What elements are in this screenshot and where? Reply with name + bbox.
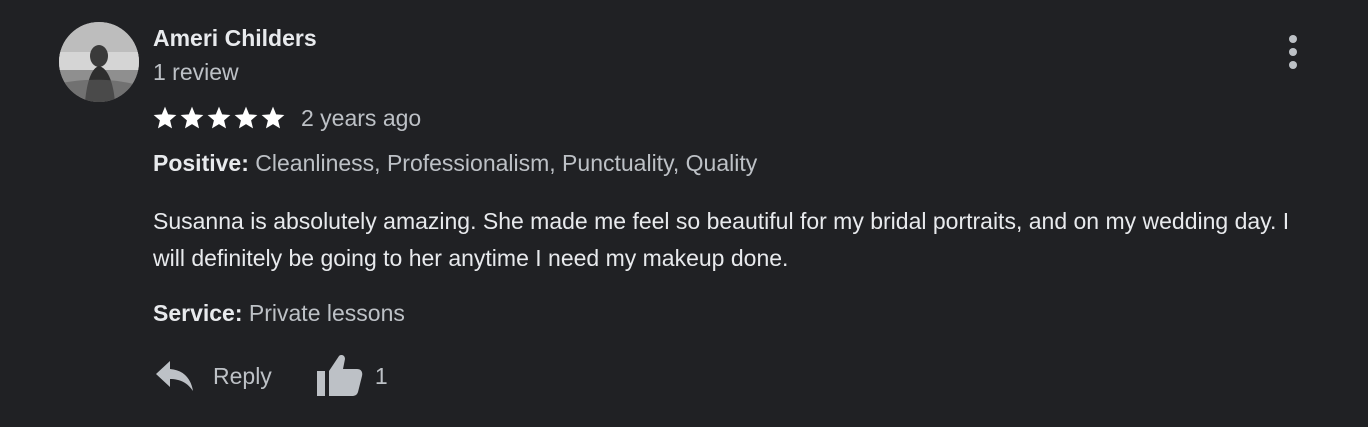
like-count: 1: [374, 362, 388, 389]
star-rating: [152, 105, 286, 131]
star-icon: [180, 106, 204, 129]
positive-value: Cleanliness, Professionalism, Punctualit…: [255, 150, 758, 176]
more-options-button[interactable]: [1278, 32, 1308, 72]
star-icon: [153, 106, 177, 129]
review-card: Ameri Childers 1 review 2 years ago Posi…: [0, 0, 1368, 427]
avatar-photo: [59, 22, 139, 102]
thumbs-up-icon: [316, 355, 363, 396]
review-text: Susanna is absolutely amazing. She made …: [153, 208, 1290, 271]
service-value: Private lessons: [248, 300, 405, 326]
positive-label: Positive:: [153, 150, 249, 176]
avatar[interactable]: [59, 22, 139, 102]
like-button[interactable]: 1: [316, 354, 388, 398]
rating-row: 2 years ago: [152, 103, 421, 133]
more-vert-icon: [1289, 35, 1297, 43]
service-label: Service:: [153, 300, 243, 326]
positive-attributes: Positive: Cleanliness, Professionalism, …: [153, 150, 757, 177]
reply-icon: [156, 361, 193, 391]
author-name[interactable]: Ameri Childers: [153, 25, 317, 52]
star-icon: [234, 106, 258, 129]
star-icon: [207, 106, 231, 129]
star-icon: [261, 106, 285, 129]
review-date: 2 years ago: [301, 104, 422, 131]
service-attribute: Service: Private lessons: [153, 300, 405, 327]
reply-label: Reply: [213, 362, 272, 389]
author-review-count: 1 review: [153, 59, 239, 85]
review-actions: Reply 1: [155, 348, 388, 404]
reply-button[interactable]: Reply: [155, 359, 272, 393]
